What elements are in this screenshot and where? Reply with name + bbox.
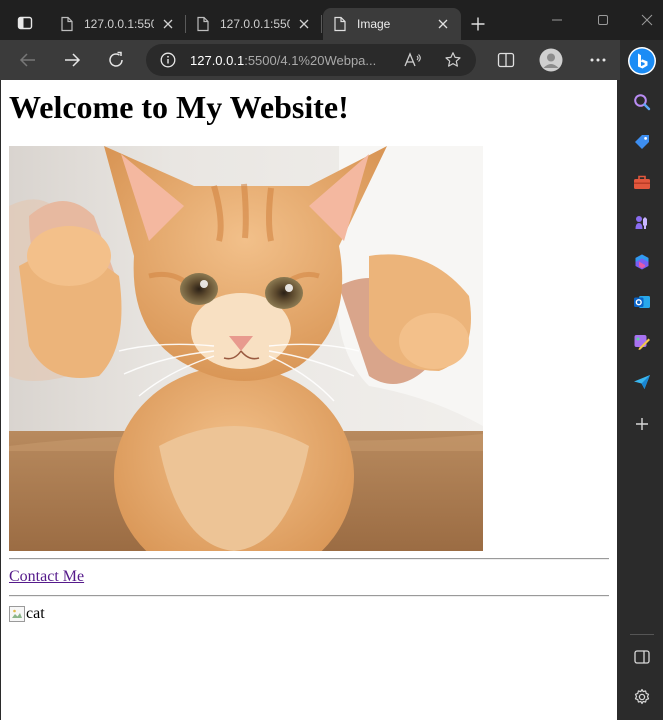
address-bar[interactable]: 127.0.0.1:5500/4.1%20Webpa...	[146, 44, 476, 76]
sidebar-shopping-button[interactable]	[629, 129, 655, 155]
tab-title: 127.0.0.1:5500/	[84, 17, 154, 31]
sidebar-drop-button[interactable]	[629, 369, 655, 395]
bing-copilot-button[interactable]	[627, 46, 657, 76]
arrow-left-icon	[19, 53, 35, 67]
plus-icon	[471, 17, 485, 31]
page-icon	[334, 16, 346, 32]
read-aloud-icon	[404, 52, 421, 67]
tab-2[interactable]: 127.0.0.1:5500/	[186, 8, 322, 40]
sidebar-panel-icon	[634, 650, 650, 664]
kitten-image	[9, 146, 483, 551]
page-icon	[61, 16, 73, 32]
refresh-icon	[109, 51, 123, 67]
url-host: 127.0.0.1	[190, 52, 245, 68]
tab-title: Image	[357, 17, 391, 31]
split-screen-icon	[497, 52, 515, 68]
favorite-button[interactable]	[438, 44, 468, 76]
divider-top	[9, 558, 609, 560]
maximize-icon	[598, 15, 608, 25]
minimize-icon	[552, 19, 562, 21]
hide-sidebar-button[interactable]	[629, 644, 655, 670]
cat-photo	[9, 146, 483, 551]
close-icon	[299, 19, 309, 29]
divider-bottom	[9, 595, 609, 597]
sidebar-settings-button[interactable]	[629, 684, 655, 710]
contact-me-link[interactable]: Contact Me	[9, 568, 84, 586]
sidebar-designer-button[interactable]	[629, 329, 655, 355]
search-icon	[634, 94, 651, 111]
close-window-button[interactable]	[632, 6, 662, 34]
more-horizontal-icon	[590, 58, 606, 62]
tag-icon	[635, 135, 649, 149]
tab-actions-icon	[17, 16, 33, 30]
page-icon	[197, 16, 209, 32]
avatar-icon	[539, 48, 563, 72]
profile-button[interactable]	[535, 44, 567, 76]
page-viewport: Welcome to My Website! Contact Me cat	[1, 80, 617, 720]
split-screen-button[interactable]	[490, 44, 522, 76]
close-icon	[438, 19, 448, 29]
tab-title: 127.0.0.1:5500/	[220, 17, 290, 31]
tab-strip: 127.0.0.1:5500/ 127.0.0.1:5500/ Image	[0, 0, 663, 40]
arrow-right-icon	[65, 53, 81, 67]
sidebar-tools-button[interactable]	[629, 169, 655, 195]
url-text[interactable]: 127.0.0.1:5500/4.1%20Webpa...	[190, 53, 390, 68]
plus-icon	[636, 418, 648, 430]
maximize-button[interactable]	[588, 6, 618, 34]
tab-actions-button[interactable]	[8, 8, 42, 38]
close-icon	[641, 14, 653, 26]
sidebar-games-button[interactable]	[629, 209, 655, 235]
sidebar-microsoft365-button[interactable]	[629, 249, 655, 275]
page-heading: Welcome to My Website!	[9, 89, 349, 125]
url-path: :5500/4.1%20Webpa...	[244, 52, 377, 68]
minimize-button[interactable]	[542, 6, 572, 34]
settings-more-button[interactable]	[582, 44, 614, 76]
close-icon	[163, 19, 173, 29]
read-aloud-button[interactable]	[398, 44, 428, 76]
broken-image-alt-text: cat	[26, 605, 45, 622]
sidebar-outlook-button[interactable]	[629, 289, 655, 315]
bing-icon	[628, 47, 656, 75]
microsoft365-icon	[635, 254, 649, 270]
designer-icon	[634, 335, 650, 350]
star-icon	[445, 52, 461, 67]
chess-piece-icon	[635, 216, 647, 229]
new-tab-button[interactable]	[464, 10, 492, 38]
info-icon	[160, 52, 176, 68]
broken-image-icon	[9, 606, 25, 622]
send-icon	[634, 375, 650, 389]
tab-1[interactable]: 127.0.0.1:5500/	[50, 8, 186, 40]
outlook-icon	[634, 296, 650, 308]
close-tab-button[interactable]	[435, 16, 451, 32]
sidebar-divider	[630, 634, 654, 635]
browser-toolbar: 127.0.0.1:5500/4.1%20Webpa...	[0, 40, 620, 80]
broken-image: cat	[9, 605, 45, 623]
close-tab-button[interactable]	[160, 16, 176, 32]
forward-button[interactable]	[56, 44, 88, 76]
refresh-button[interactable]	[100, 44, 132, 76]
gear-icon	[634, 688, 650, 705]
back-button[interactable]	[12, 44, 44, 76]
sidebar-search-button[interactable]	[629, 89, 655, 115]
edge-sidebar	[620, 40, 663, 720]
toolbox-icon	[634, 175, 650, 189]
tab-active[interactable]: Image	[323, 8, 461, 40]
close-tab-button[interactable]	[296, 16, 312, 32]
sidebar-add-button[interactable]	[629, 411, 655, 437]
